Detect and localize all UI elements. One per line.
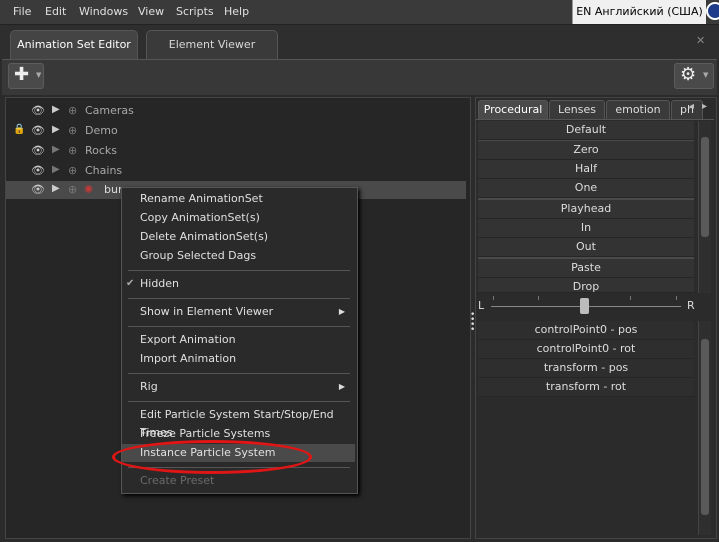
menu-separator	[128, 298, 350, 299]
menu-separator	[128, 401, 350, 402]
tree-row-rocks[interactable]: 👁 ▶ ⊕ Rocks	[6, 142, 466, 160]
slider-thumb[interactable]	[580, 298, 589, 314]
preset-drop[interactable]: Drop	[478, 278, 694, 293]
tree-label: Chains	[85, 164, 123, 177]
preset-zero[interactable]: Zero	[478, 141, 694, 160]
expand-icon[interactable]: ⊕	[68, 164, 77, 177]
expand-icon[interactable]: ⊕	[68, 144, 77, 157]
slider-left-label: L	[478, 299, 485, 312]
preset-paste[interactable]: Paste	[478, 259, 694, 278]
slider-tick	[538, 296, 539, 300]
select-arrow-icon[interactable]: ▶	[52, 104, 60, 115]
menu-view[interactable]: View	[138, 5, 164, 18]
preset-half[interactable]: Half	[478, 160, 694, 179]
balance-slider[interactable]: L R	[477, 293, 713, 319]
slider-tick	[630, 296, 631, 300]
menu-item-export-animation[interactable]: Export Animation	[122, 331, 355, 349]
submenu-arrow-icon: ▶	[338, 382, 345, 391]
language-indicator[interactable]: EN Английский (США)	[572, 0, 706, 24]
menu-separator	[128, 326, 350, 327]
eye-icon[interactable]: 👁	[31, 164, 45, 178]
select-arrow-icon[interactable]: ▶	[52, 164, 60, 175]
select-arrow-icon[interactable]: ▶	[52, 144, 60, 155]
preset-in[interactable]: In	[478, 219, 694, 238]
menu-help[interactable]: Help	[224, 5, 249, 18]
lock-icon[interactable]: 🔒	[13, 124, 25, 135]
toolbar	[2, 59, 717, 95]
select-arrow-icon[interactable]: ▶	[52, 183, 60, 194]
expand-icon[interactable]: ⊕	[68, 104, 77, 117]
particle-system-icon: ✺	[84, 183, 94, 196]
tab-underline	[476, 119, 714, 120]
tree-label: Cameras	[85, 104, 134, 117]
eye-icon[interactable]: 👁	[31, 104, 45, 118]
chevron-down-icon: ▼	[703, 71, 709, 79]
check-icon: ✔	[126, 278, 135, 289]
menu-item-import-animation[interactable]: Import Animation	[122, 350, 355, 368]
eye-icon[interactable]: 👁	[31, 144, 45, 158]
menu-separator	[128, 373, 350, 374]
slider-tick	[493, 296, 494, 300]
menu-windows[interactable]: Windows	[79, 5, 128, 18]
menu-item-rename-animationset[interactable]: Rename AnimationSet	[122, 190, 355, 208]
slider-right-label: R	[687, 299, 695, 312]
control-row[interactable]: controlPoint0 - pos	[478, 321, 694, 340]
tab-scroll-left-icon[interactable]: ◂	[689, 101, 694, 112]
language-globe-icon[interactable]	[706, 2, 719, 20]
plus-icon: ✚	[14, 64, 30, 85]
controls-scrollbar[interactable]	[698, 321, 711, 535]
preset-out[interactable]: Out	[478, 238, 694, 257]
menu-item-group-selected-dags[interactable]: Group Selected Dags	[122, 247, 355, 265]
menu-item-show-in-element-viewer[interactable]: Show in Element Viewer ▶	[122, 303, 355, 321]
tree-label: bur	[104, 183, 123, 196]
preset-one[interactable]: One	[478, 179, 694, 198]
highlight-oval	[112, 440, 312, 474]
control-row[interactable]: transform - pos	[478, 359, 694, 378]
tab-animation-set-editor[interactable]: Animation Set Editor	[10, 30, 138, 59]
preset-default[interactable]: Default	[478, 121, 694, 140]
tree-label: Demo	[85, 124, 118, 137]
tab-element-viewer[interactable]: Element Viewer	[146, 30, 278, 59]
menu-item-delete-animationset[interactable]: Delete AnimationSet(s)	[122, 228, 355, 246]
tree-label: Rocks	[85, 144, 118, 157]
scrollbar-thumb[interactable]	[701, 339, 709, 515]
add-button[interactable]: ✚ ▼	[8, 63, 44, 89]
tab-lenses[interactable]: Lenses	[549, 100, 605, 119]
chevron-down-icon: ▼	[36, 71, 42, 79]
control-row[interactable]: transform - rot	[478, 378, 694, 397]
submenu-arrow-icon: ▶	[338, 307, 345, 316]
menu-item-copy-animationset[interactable]: Copy AnimationSet(s)	[122, 209, 355, 227]
expand-icon[interactable]: ⊕	[68, 124, 77, 137]
menu-scripts[interactable]: Scripts	[176, 5, 214, 18]
slider-tick	[676, 296, 677, 300]
select-arrow-icon[interactable]: ▶	[52, 124, 60, 135]
eye-icon[interactable]: 👁	[31, 124, 45, 138]
tab-emotion[interactable]: emotion	[606, 100, 670, 119]
scrollbar-thumb[interactable]	[701, 137, 709, 237]
menu-item-create-preset: Create Preset	[140, 474, 215, 487]
menu-file[interactable]: File	[13, 5, 31, 18]
close-icon[interactable]: ✕	[696, 34, 705, 47]
expand-icon[interactable]: ⊕	[68, 183, 77, 196]
tree-row-cameras[interactable]: 👁 ▶ ⊕ Cameras	[6, 102, 466, 120]
preset-scrollbar[interactable]	[698, 121, 711, 293]
menu-item-rig[interactable]: Rig ▶	[122, 378, 355, 396]
menu-item-hidden[interactable]: ✔ Hidden	[122, 275, 355, 293]
tab-scroll-right-icon[interactable]: ▸	[702, 101, 707, 112]
tab-phoneme[interactable]: ph	[671, 100, 703, 119]
menu-item-edit-particle-system-times[interactable]: Edit Particle System Start/Stop/End Time…	[122, 406, 355, 439]
eye-icon[interactable]: 👁	[31, 183, 45, 197]
preset-playhead[interactable]: Playhead	[478, 200, 694, 219]
settings-button[interactable]: ⚙ ▼	[674, 63, 714, 89]
control-row[interactable]: controlPoint0 - rot	[478, 340, 694, 359]
menu-edit[interactable]: Edit	[45, 5, 66, 18]
panel-splitter-handle[interactable]: • • • •	[470, 311, 475, 335]
tree-row-chains[interactable]: 👁 ▶ ⊕ Chains	[6, 162, 466, 180]
tab-procedural[interactable]: Procedural	[478, 100, 548, 119]
gear-icon: ⚙	[680, 64, 697, 85]
tree-row-demo[interactable]: 🔒 👁 ▶ ⊕ Demo	[6, 122, 466, 140]
menu-separator	[128, 270, 350, 271]
